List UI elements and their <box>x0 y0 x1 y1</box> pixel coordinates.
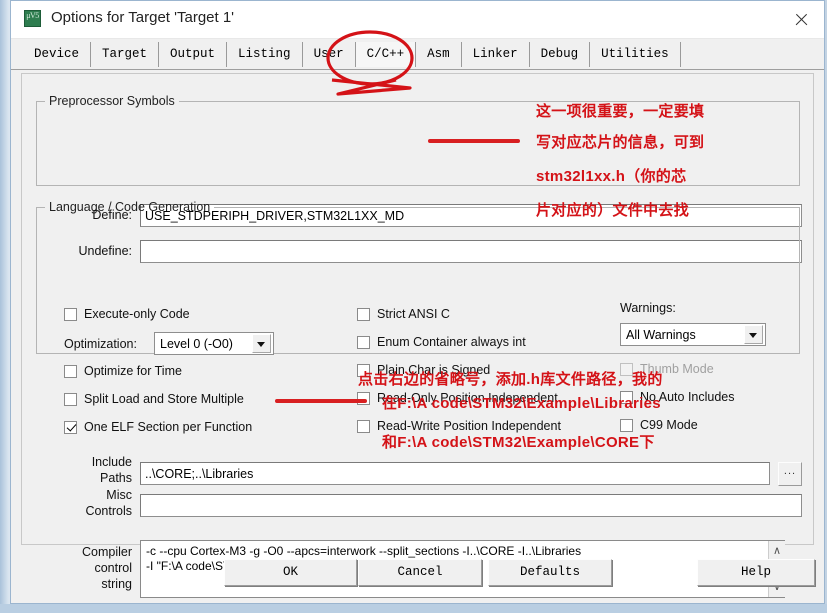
browse-include-paths-button[interactable]: ... <box>778 462 802 486</box>
checkbox-enum-container-always-int[interactable]: Enum Container always int <box>357 335 526 349</box>
tab-linker[interactable]: Linker <box>461 42 530 67</box>
defaults-button[interactable]: Defaults <box>488 559 612 586</box>
dialog-button-bar: OK Cancel Defaults Help <box>11 545 824 603</box>
checkbox-box <box>64 307 77 321</box>
help-button[interactable]: Help <box>697 559 815 586</box>
checkbox-box <box>64 420 77 434</box>
misc-controls-input[interactable] <box>140 494 802 517</box>
warnings-label: Warnings: <box>620 301 676 315</box>
tab-listing[interactable]: Listing <box>227 42 303 67</box>
checkbox-one-elf-section-per-function[interactable]: One ELF Section per Function <box>64 420 252 434</box>
tab-c-c[interactable]: C/C++ <box>355 42 417 67</box>
checkbox-c99-mode[interactable]: C99 Mode <box>620 418 698 432</box>
tab-device[interactable]: Device <box>23 42 92 67</box>
cancel-button[interactable]: Cancel <box>358 559 482 586</box>
annotation-underline-define <box>428 139 520 143</box>
checkbox-box <box>357 335 370 349</box>
tab-output[interactable]: Output <box>159 42 228 67</box>
annotation-underline-include-paths <box>275 399 367 403</box>
checkbox-label: Enum Container always int <box>377 335 526 349</box>
include-paths-label-line1: Include <box>91 455 132 469</box>
checkbox-strict-ansi-c[interactable]: Strict ANSI C <box>357 307 450 321</box>
include-paths-label-line2: Paths <box>100 471 132 485</box>
tab-user[interactable]: User <box>302 42 356 67</box>
optimization-select[interactable]: Level 0 (-O0) <box>154 332 274 355</box>
chevron-down-icon[interactable] <box>252 334 271 353</box>
tab-bar: Device Target Output Listing User C/C++ Asm Lin… <box>11 39 824 70</box>
checkbox-box <box>357 307 370 321</box>
optimization-value: Level 0 (-O0) <box>160 336 233 351</box>
annotation-note-5: 点击右边的省略号，添加.h库文件路径，我的 <box>358 371 663 388</box>
checkbox-label: One ELF Section per Function <box>84 420 253 434</box>
annotation-note-3: stm32l1xx.h（你的芯 <box>536 168 687 185</box>
options-dialog: μV5 Options for Target 'Target 1' Device… <box>10 0 825 604</box>
tab-target[interactable]: Target <box>91 42 160 67</box>
misc-controls-label-line1: Misc <box>106 488 132 502</box>
page-title: Options for Target 'Target 1' <box>51 9 235 26</box>
chevron-down-icon[interactable] <box>744 325 763 344</box>
checkbox-split-load-store[interactable]: Split Load and Store Multiple <box>64 392 244 406</box>
background-taskbar-strip <box>0 604 827 613</box>
misc-controls-label-line2: Controls <box>85 504 132 518</box>
optimization-label: Optimization: <box>64 337 137 351</box>
annotation-note-4: 片对应的）文件中去找 <box>536 202 690 219</box>
tab-asm[interactable]: Asm <box>416 42 462 67</box>
checkbox-box <box>64 364 77 378</box>
close-icon[interactable] <box>778 1 824 38</box>
annotation-note-7: 和F:\A code\STM32\Example\CORE下 <box>382 434 655 451</box>
tab-utilities[interactable]: Utilities <box>590 42 681 67</box>
warnings-select[interactable]: All Warnings <box>620 323 766 346</box>
title-bar: μV5 Options for Target 'Target 1' <box>11 1 824 39</box>
preprocessor-symbols-legend: Preprocessor Symbols <box>49 94 175 108</box>
checkbox-optimize-for-time[interactable]: Optimize for Time <box>64 364 182 378</box>
checkbox-label: Execute-only Code <box>84 307 190 321</box>
checkbox-label: Split Load and Store Multiple <box>84 392 244 406</box>
include-paths-input[interactable] <box>140 462 770 485</box>
warnings-value: All Warnings <box>626 327 696 342</box>
annotation-note-1: 这一项很重要，一定要填 <box>536 103 705 120</box>
annotation-note-2: 写对应芯片的信息，可到 <box>536 134 705 151</box>
language-code-generation-legend: Language / Code Generation <box>49 200 211 214</box>
checkbox-label: Strict ANSI C <box>377 307 450 321</box>
checkbox-box <box>357 419 370 433</box>
checkbox-execute-only-code[interactable]: Execute-only Code <box>64 307 190 321</box>
checkbox-box <box>620 418 633 432</box>
tab-debug[interactable]: Debug <box>529 42 591 67</box>
ok-button[interactable]: OK <box>224 559 357 586</box>
checkbox-label: C99 Mode <box>640 418 698 432</box>
checkbox-box <box>64 392 77 406</box>
checkbox-label: Optimize for Time <box>84 364 182 378</box>
keil-uvision-icon: μV5 <box>24 10 41 27</box>
annotation-note-6: 在F:\A code\STM32\Example\Libraries <box>382 395 661 412</box>
